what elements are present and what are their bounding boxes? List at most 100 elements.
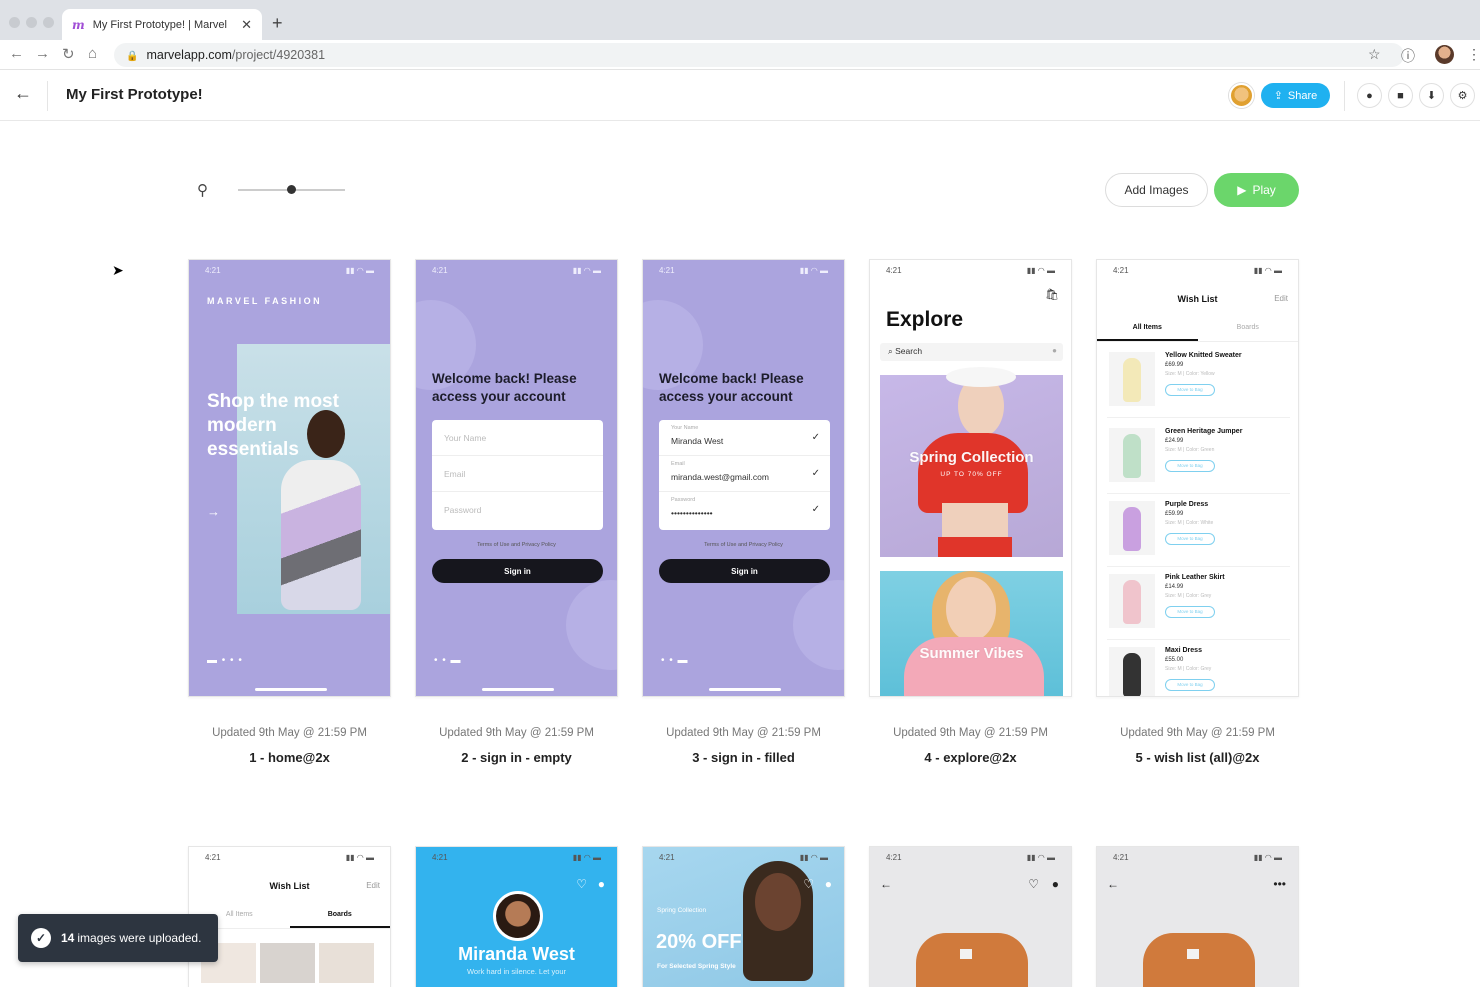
share-button[interactable]: ⇪ Share (1261, 83, 1330, 108)
search-icon[interactable]: ⚲ (197, 181, 208, 199)
back-arrow-icon: ← (1107, 877, 1119, 891)
record-button[interactable]: ■ (1388, 83, 1413, 108)
shopping-bag-icon: 🛍 (1045, 289, 1059, 301)
hero-text: Shop the most modern essentials (207, 391, 339, 460)
password-field[interactable]: Password •••••••••••••• ✓ (659, 492, 830, 528)
status-bar: 4:21 ▮▮ ◠ ▬ (886, 266, 1055, 275)
browser-tab[interactable]: m My First Prototype! | Marvel ✕ (62, 9, 262, 40)
shopping-bag-icon: ● (597, 877, 605, 891)
browser-back-icon[interactable]: ← (9, 45, 24, 62)
extension-icon[interactable]: ⓘ (1401, 46, 1415, 66)
browser-menu-icon[interactable]: ⋮ (1467, 46, 1480, 63)
name-field[interactable]: Your Name Miranda West ✓ (659, 420, 830, 456)
browser-tabbar: m My First Prototype! | Marvel ✕ + (0, 0, 1480, 40)
zoom-slider-handle[interactable] (287, 185, 296, 194)
screen-card-promo[interactable]: 4:21 ▮▮ ◠ ▬ ♡ ● Spring Collection 20% OFF… (642, 846, 845, 987)
promo-model-face (755, 873, 801, 931)
reload-icon[interactable]: ↻ (62, 45, 75, 63)
screen-name[interactable]: 5 - wish list (all)@2x (1096, 750, 1299, 765)
status-bar: 4:21 ▮▮ ◠ ▬ (205, 266, 374, 275)
comments-button[interactable]: ● (1357, 83, 1382, 108)
url-host: marvelapp.com (146, 48, 232, 62)
app-header: ← My First Prototype! ⇪ Share ● ■ ⬇ ⚙ (0, 71, 1480, 121)
promo-subtitle: For Selected Spring Style (657, 963, 736, 970)
name-field[interactable]: Your Name (432, 420, 603, 456)
screen-name[interactable]: 3 - sign in - filled (642, 750, 845, 765)
page-dots: • • ▬ (434, 655, 462, 666)
browser-forward-icon[interactable]: → (35, 45, 50, 62)
maximize-window-dot[interactable] (43, 17, 54, 28)
spring-collection-label: Spring Collection (909, 449, 1034, 466)
wishlist-edit: Edit (1274, 294, 1288, 303)
wishlist-edit: Edit (366, 881, 380, 890)
wishlist-tabs: All Items Boards (1097, 318, 1298, 342)
status-bar: 4:21 ▮▮ ◠ ▬ (1113, 266, 1282, 275)
status-bar: 4:21 ▮▮ ◠ ▬ (432, 853, 601, 862)
comment-icon: ● (1366, 89, 1373, 102)
play-label: Play (1252, 183, 1276, 197)
new-tab-icon[interactable]: + (272, 13, 283, 34)
home-indicator (255, 688, 327, 691)
screen-name[interactable]: 1 - home@2x (188, 750, 391, 765)
signin-button: Sign in (659, 559, 830, 583)
explore-title: Explore (886, 308, 964, 331)
close-tab-icon[interactable]: ✕ (241, 17, 252, 33)
password-field[interactable]: Password (432, 492, 603, 528)
screen-updated: Updated 9th May @ 21:59 PM (893, 727, 1048, 739)
screen-name[interactable]: 4 - explore@2x (869, 750, 1072, 765)
spring-collection-photo: Spring Collection UP TO 70% OFF (880, 367, 1063, 557)
play-button[interactable]: ▶ Play (1214, 173, 1299, 207)
status-bar: 4:21 ▮▮ ◠ ▬ (432, 266, 601, 275)
wishlist-title: Wish List (269, 881, 310, 891)
screen-name[interactable]: 2 - sign in - empty (415, 750, 618, 765)
screen-card-wishlist[interactable]: 4:21 ▮▮ ◠ ▬ Wish List Edit All Items Boar… (1096, 259, 1299, 697)
promo-discount: 20% OFF (656, 931, 742, 953)
user-avatar[interactable] (1229, 83, 1254, 108)
home-icon[interactable]: ⌂ (88, 45, 97, 62)
screen-card-profile[interactable]: 4:21 ▮▮ ◠ ▬ ♡ ● Miranda West Work hard in… (415, 846, 618, 987)
email-field[interactable]: Email miranda.west@gmail.com ✓ (659, 456, 830, 492)
add-images-button[interactable]: Add Images (1105, 173, 1208, 207)
screen-card-home[interactable]: 4:21 ▮▮ ◠ ▬ MARVEL FASHION Shop the most … (188, 259, 391, 697)
signin-button: Sign in (432, 559, 603, 583)
more-icon: ••• (1273, 877, 1286, 891)
url-field[interactable]: 🔒 marvelapp.com/project/4920381 (114, 43, 1404, 67)
bookmark-star-icon[interactable]: ☆ (1368, 46, 1381, 63)
browser-profile-avatar[interactable] (1435, 45, 1454, 64)
upload-toast: ✓ 14 images were uploaded. (18, 914, 218, 962)
browser-tab-title: My First Prototype! | Marvel (92, 18, 227, 31)
screen-card-product-b[interactable]: 4:21 ▮▮ ◠ ▬ ← ••• (1096, 846, 1299, 987)
close-window-dot[interactable] (9, 17, 20, 28)
wishlist-item: Pink Leather Skirt £14.99 Size: M | Color:… (1107, 570, 1290, 640)
tab-all-items: All Items (1097, 318, 1198, 341)
screen-card-product-a[interactable]: 4:21 ▮▮ ◠ ▬ ← ♡ ● (869, 846, 1072, 987)
back-arrow-icon[interactable]: ← (14, 83, 32, 104)
screen-updated: Updated 9th May @ 21:59 PM (439, 727, 594, 739)
project-title: My First Prototype! (66, 86, 203, 103)
status-bar: 4:21 ▮▮ ◠ ▬ (1113, 853, 1282, 862)
tshirt-photo (1143, 933, 1255, 987)
header-divider (47, 81, 48, 111)
brand-label: MARVEL FASHION (207, 296, 323, 306)
heart-icon: ♡ (803, 877, 814, 891)
tshirt-photo (916, 933, 1028, 987)
header-divider (1344, 81, 1345, 111)
video-icon: ■ (1397, 89, 1404, 102)
status-bar: 4:21 ▮▮ ◠ ▬ (659, 266, 828, 275)
promo-collection: Spring Collection (657, 907, 707, 914)
wishlist-item: Purple Dress £59.99 Size: M | Color: White… (1107, 497, 1290, 567)
screen-card-signin-empty[interactable]: 4:21 ▮▮ ◠ ▬ Welcome back! Please access y… (415, 259, 618, 697)
screen-card-wishlist-boards[interactable]: 4:21 ▮▮ ◠ ▬ Wish List Edit All Items Boar… (188, 846, 391, 987)
download-button[interactable]: ⬇ (1419, 83, 1444, 108)
screen-card-signin-filled[interactable]: 4:21 ▮▮ ◠ ▬ Welcome back! Please access y… (642, 259, 845, 697)
wishlist-item: Green Heritage Jumper £24.99 Size: M | Col… (1107, 424, 1290, 494)
spring-collection-sub: UP TO 70% OFF (940, 471, 1003, 478)
settings-button[interactable]: ⚙ (1450, 83, 1475, 108)
email-field[interactable]: Email (432, 456, 603, 492)
minimize-window-dot[interactable] (26, 17, 37, 28)
screen-card-explore[interactable]: 4:21 ▮▮ ◠ ▬ 🛍 Explore ⌕ Search ● Spring Co… (869, 259, 1072, 697)
check-icon: ✓ (811, 432, 820, 443)
wishlist-title: Wish List (1177, 294, 1218, 304)
signin-form: Your Name Email Password (432, 420, 603, 530)
bg-blob (566, 580, 617, 670)
